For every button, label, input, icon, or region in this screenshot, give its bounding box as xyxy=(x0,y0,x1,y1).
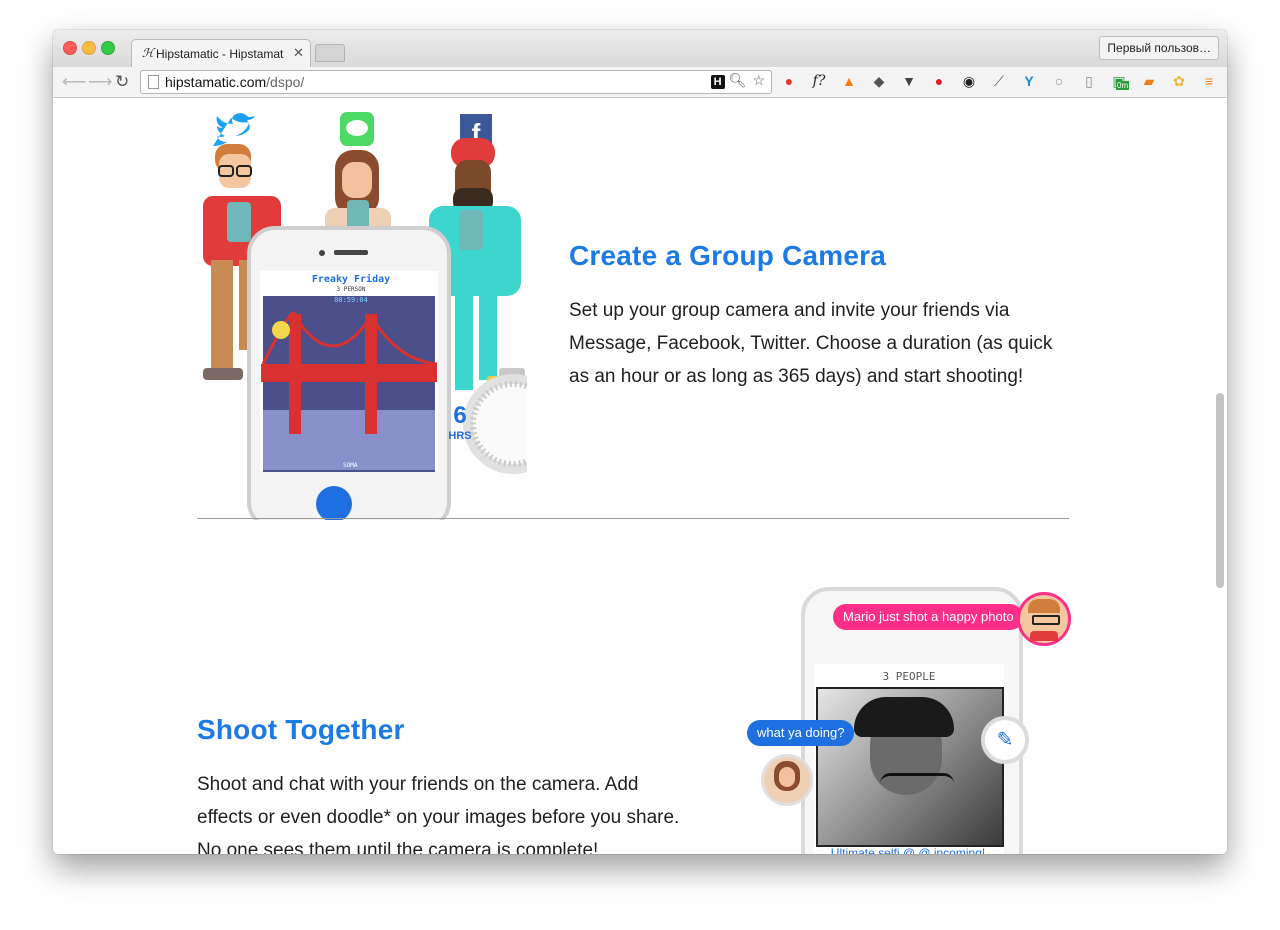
omnibox-actions: H 🔍︎ ☆ xyxy=(710,72,765,89)
stopwatch-number: 6 xyxy=(453,402,467,429)
shoot-together-text: Shoot and chat with your friends on the … xyxy=(197,774,680,854)
pinterest-icon[interactable]: ● xyxy=(930,72,948,90)
section-divider xyxy=(197,518,1069,519)
stopwatch-unit: HRS xyxy=(448,430,472,442)
minimize-window-button[interactable] xyxy=(82,41,96,55)
menu-icon[interactable]: ≡ xyxy=(1200,72,1218,90)
camera-people-label: 3 PERSON xyxy=(336,286,366,293)
pocket-icon[interactable]: ▼ xyxy=(900,72,918,90)
mario-avatar xyxy=(1017,592,1071,646)
camera-timer-label: 00:59:04 xyxy=(334,296,368,304)
address-bar[interactable]: hipstamatic.com/dspo/ H 🔍︎ ☆ xyxy=(140,70,772,94)
zoom-icon[interactable]: 🔍︎ xyxy=(729,72,747,88)
create-group-camera-heading: Create a Group Camera xyxy=(569,240,886,271)
chart-icon[interactable]: ▰ xyxy=(1140,72,1158,90)
h-extension-icon[interactable]: H xyxy=(710,75,725,89)
browser-toolbar: ⟵ ⟶ ↻ hipstamatic.com/dspo/ H 🔍︎ ☆ ● f? ▲ … xyxy=(53,67,1227,98)
photo-caption: Ultimate selfi @.@ incoming! xyxy=(830,846,986,854)
shoot-together-heading: Shoot Together xyxy=(197,714,405,745)
page-icon xyxy=(148,75,159,89)
close-window-button[interactable] xyxy=(63,41,77,55)
person-middle-figure xyxy=(325,150,391,238)
bookmark-star-icon[interactable]: ☆ xyxy=(752,72,765,88)
reader-icon[interactable]: ▯ xyxy=(1080,72,1098,90)
selfie-photo xyxy=(816,687,1004,847)
hipstamatic-favicon-icon: ℋ xyxy=(142,46,154,60)
function-icon[interactable]: f? xyxy=(810,72,828,90)
pencil-icon[interactable]: ✎ xyxy=(981,716,1029,764)
vertical-scrollbar[interactable] xyxy=(1216,393,1224,588)
forward-arrow-icon[interactable]: ⟶ xyxy=(88,72,112,92)
title-bar: ℋ Hipstamatic - Hipstamatic ✕ Первый пол… xyxy=(53,30,1227,68)
fire-icon[interactable]: ▲ xyxy=(840,72,858,90)
badge-icon[interactable]: ▣0m xyxy=(1110,72,1130,90)
notification-bubble: Mario just shot a happy photo xyxy=(833,604,1023,630)
flower-icon[interactable]: ✿ xyxy=(1170,72,1188,90)
friend-avatar xyxy=(761,754,813,806)
profile-button[interactable]: Первый пользов… xyxy=(1099,36,1219,60)
camera-name-label: Freaky Friday xyxy=(311,274,391,285)
group-camera-illustration: f xyxy=(203,112,527,520)
twitter-icon xyxy=(213,113,255,146)
camera-icon[interactable]: ◉ xyxy=(960,72,978,90)
stop-sign-icon[interactable]: ● xyxy=(780,72,798,90)
tab-close-icon[interactable]: ✕ xyxy=(293,45,304,61)
new-tab-button[interactable] xyxy=(315,44,345,62)
back-arrow-icon[interactable]: ⟵ xyxy=(62,72,86,92)
group-camera-phone xyxy=(247,226,451,520)
page-content: f Freaky Friday 3 PERSON 00:59:04 SOMA 6… xyxy=(53,98,1227,854)
camera-location-label: SOMA xyxy=(343,462,358,469)
zoom-window-button[interactable] xyxy=(101,41,115,55)
tab-title: Hipstamatic - Hipstamatic xyxy=(156,47,284,61)
people-count-label: 3 PEOPLE xyxy=(882,670,936,683)
eyedropper-icon[interactable]: ⟋ xyxy=(990,72,1008,90)
chat-bubble: what ya doing? xyxy=(747,720,855,746)
browser-tab[interactable]: ℋ Hipstamatic - Hipstamatic ✕ xyxy=(131,39,311,68)
url-text: hipstamatic.com/dspo/ xyxy=(165,74,305,90)
evernote-icon[interactable]: ◆ xyxy=(870,72,888,90)
badge-label: 0m xyxy=(1116,81,1130,90)
reload-icon[interactable]: ↻ xyxy=(115,72,129,92)
circle-icon[interactable]: ○ xyxy=(1050,72,1068,90)
y-icon[interactable]: Y xyxy=(1020,72,1038,90)
create-group-camera-text: Set up your group camera and invite your… xyxy=(569,300,1053,387)
browser-window: ℋ Hipstamatic - Hipstamatic ✕ Первый пол… xyxy=(53,30,1227,854)
